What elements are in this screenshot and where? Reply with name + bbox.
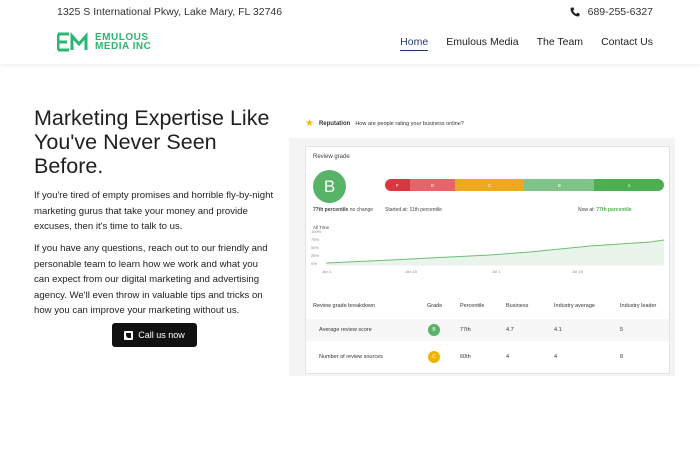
grade-scale-bar: F D C B A (385, 179, 664, 191)
reputation-header: ★ Reputation How are people rating your … (305, 118, 464, 129)
hero-paragraph-2: If you have any questions, reach out to … (34, 243, 268, 316)
logo-mark-icon (57, 32, 88, 52)
phone-icon (570, 7, 580, 17)
x-tick-jul15: Jul 15 (572, 269, 583, 274)
phone-number[interactable]: 689-255-6327 (588, 6, 653, 18)
y-tick-0: 0% (311, 261, 317, 266)
address-text: 1325 S International Pkwy, Lake Mary, FL… (57, 6, 283, 18)
nav-contact-us[interactable]: Contact Us (601, 36, 653, 51)
row-business: 4.7 (506, 327, 514, 333)
y-tick-50: 50% (311, 245, 319, 250)
grade-band-b: B (524, 179, 595, 191)
table-row: Average review score B 77th 4.7 4.1 5 (306, 319, 669, 341)
x-tick-jun15: Jun 15 (405, 269, 418, 274)
x-tick-jun1: Jun 1 (322, 269, 333, 274)
x-tick-jul1: Jul 1 (492, 269, 501, 274)
y-tick-25: 25% (311, 253, 319, 258)
logo-text: EMULOUS MEDIA INC (95, 32, 152, 52)
grade-band-c: C (454, 179, 525, 191)
th-industry-leader: Industry leader (620, 303, 657, 309)
grade-dot: C (428, 351, 440, 363)
grade-badge: B (313, 170, 346, 203)
top-bar: 1325 S International Pkwy, Lake Mary, FL… (0, 0, 700, 24)
phone-square-icon (124, 330, 134, 340)
site-header: EMULOUS MEDIA INC Home Emulous Media The… (0, 24, 700, 64)
row-industry-avg: 4 (554, 354, 558, 360)
phone-link[interactable]: 689-255-6327 (570, 6, 653, 18)
grade-band-d: D (410, 179, 455, 191)
reputation-question: How are people rating your business onli… (355, 120, 464, 127)
main-nav: Home Emulous Media The Team Contact Us (400, 36, 653, 51)
review-grade-label: Review grade (313, 154, 350, 160)
grade-band-a: A (594, 179, 664, 191)
th-grade: Grade (427, 303, 443, 309)
row-industry-avg: 4.1 (554, 327, 562, 333)
now-at-text: Now at: 77th percentile (578, 207, 632, 213)
call-us-button[interactable]: Call us now (112, 323, 197, 347)
hero-title: Marketing Expertise Like You've Never Se… (34, 106, 270, 178)
percentile-trend-chart: 100% 75% 50% 25% 0% Jun 1 Jun 15 Jul 1 J… (311, 229, 665, 274)
logo[interactable]: EMULOUS MEDIA INC (57, 32, 151, 52)
grade-band-f: F (385, 179, 411, 191)
row-percentile: 77th (460, 327, 471, 333)
row-name: Number of review sources (319, 354, 383, 360)
nav-home[interactable]: Home (400, 36, 429, 51)
row-business: 4 (506, 354, 510, 360)
y-tick-100: 100% (311, 229, 322, 234)
star-icon: ★ (305, 118, 314, 129)
grade-dot: B (428, 324, 440, 336)
th-breakdown: Review grade breakdown (313, 303, 376, 309)
row-leader: 5 (620, 327, 624, 333)
call-us-label[interactable]: Call us now (138, 330, 185, 340)
table-header-row: Review grade breakdown Grade Percentile … (306, 295, 669, 317)
trend-area (326, 240, 664, 265)
dashboard-panel: Review grade B 77th percentile no change… (305, 146, 670, 374)
percentile-line: 77th percentile no change (313, 207, 374, 213)
nav-the-team[interactable]: The Team (537, 36, 584, 51)
reputation-title: Reputation (318, 120, 351, 127)
th-percentile: Percentile (460, 303, 485, 309)
row-leader: 8 (620, 354, 624, 360)
hero-paragraph-1: If you're tired of empty promises and ho… (34, 190, 274, 232)
th-industry-avg: Industry average (554, 303, 595, 309)
row-name: Average review score (319, 327, 372, 333)
table-row: Number of review sources C 60th 4 4 8 (306, 346, 669, 368)
started-at-text: Started at: 11th percentile (385, 207, 442, 213)
y-tick-75: 75% (311, 237, 319, 242)
row-percentile: 60th (460, 354, 471, 360)
th-business: Business (506, 303, 529, 309)
nav-emulous-media[interactable]: Emulous Media (446, 36, 518, 51)
